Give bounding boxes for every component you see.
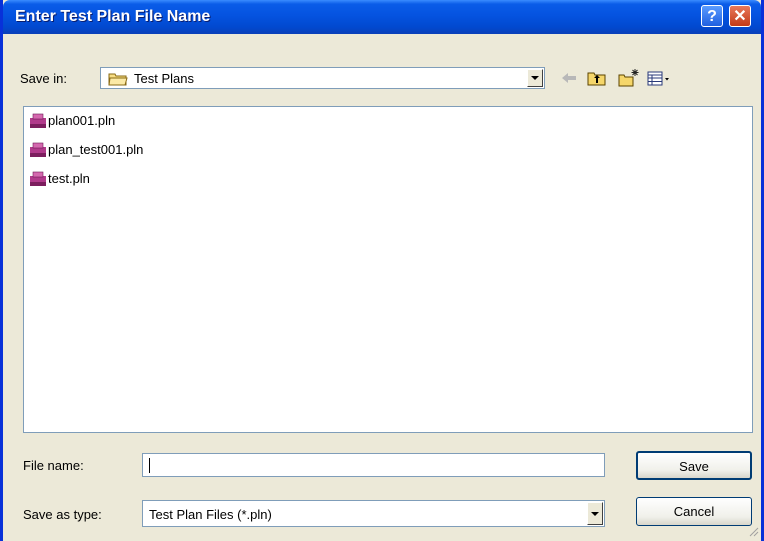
test-plan-file-icon bbox=[30, 113, 46, 128]
file-name-text: plan001.pln bbox=[48, 113, 116, 128]
save-as-type-combo[interactable]: Test Plan Files (*.pln) bbox=[142, 500, 605, 527]
close-button[interactable]: ✕ bbox=[729, 5, 751, 27]
save-in-combo[interactable]: Test Plans bbox=[100, 67, 545, 89]
file-list[interactable]: plan001.pln plan_test001.pln test.pln bbox=[23, 106, 753, 433]
chevron-down-icon bbox=[531, 76, 539, 80]
new-folder-icon[interactable] bbox=[617, 68, 641, 90]
cancel-button[interactable]: Cancel bbox=[636, 497, 752, 526]
save-in-dropdown-button[interactable] bbox=[527, 69, 543, 87]
file-name-input[interactable] bbox=[142, 453, 605, 477]
view-menu-icon[interactable] bbox=[646, 68, 674, 90]
dialog-window: Enter Test Plan File Name ? ✕ Save in: T… bbox=[0, 0, 764, 541]
test-plan-file-icon bbox=[30, 171, 46, 186]
chevron-down-icon bbox=[591, 512, 599, 516]
save-button[interactable]: Save bbox=[636, 451, 752, 480]
save-in-label: Save in: bbox=[20, 71, 67, 86]
dialog-title: Enter Test Plan File Name bbox=[15, 8, 211, 25]
test-plan-file-icon bbox=[30, 142, 46, 157]
save-as-type-label: Save as type: bbox=[23, 507, 102, 522]
folder-icon bbox=[108, 71, 128, 89]
file-name-text: test.pln bbox=[48, 171, 90, 186]
up-folder-icon[interactable] bbox=[586, 68, 608, 90]
file-name-text: plan_test001.pln bbox=[48, 142, 144, 157]
save-as-type-dropdown-button[interactable] bbox=[587, 502, 603, 525]
title-bar[interactable]: Enter Test Plan File Name ? ✕ bbox=[3, 0, 761, 34]
resize-grip-icon[interactable] bbox=[747, 525, 759, 540]
text-cursor bbox=[149, 458, 150, 473]
help-button[interactable]: ? bbox=[701, 5, 723, 27]
file-name-label: File name: bbox=[23, 458, 84, 473]
save-as-type-value: Test Plan Files (*.pln) bbox=[149, 507, 272, 522]
save-in-value: Test Plans bbox=[134, 71, 194, 86]
back-arrow-icon[interactable] bbox=[559, 68, 579, 90]
